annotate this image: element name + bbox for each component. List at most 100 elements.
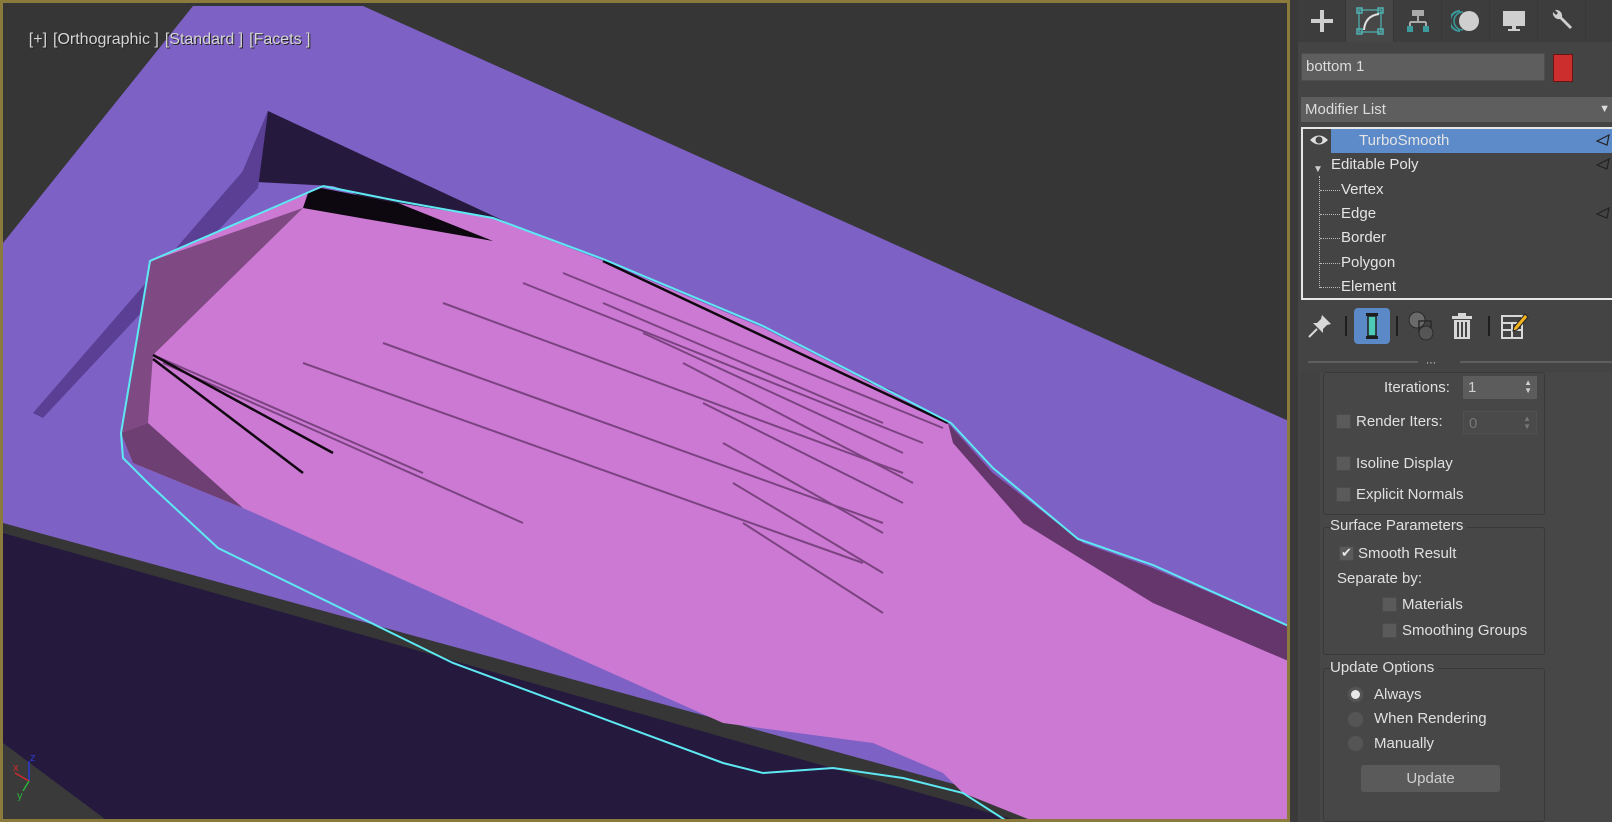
pin-stack-button[interactable] [1302,308,1338,344]
pin-icon [1308,315,1331,338]
tab-create[interactable] [1298,0,1346,42]
toolbar-separator [1345,316,1347,336]
stack-subitem-polygon[interactable]: Polygon [1303,251,1612,275]
tree-tick [1320,263,1340,264]
render-iters-spinner[interactable]: 0 ▲ ▼ [1463,411,1537,434]
monitor-icon [1502,11,1525,31]
plus-icon [1310,10,1333,32]
stack-item-turbosmooth[interactable]: TurboSmooth [1303,129,1612,153]
motion-icon [1450,10,1479,32]
update-manually-label: Manually [1374,735,1435,752]
modify-curve-icon [1355,7,1384,35]
viewport-label-bar: [+] [Orthographic ] [Standard ] [Facets ] [11,13,316,67]
tab-utilities[interactable] [1538,0,1586,42]
tab-modify[interactable] [1346,0,1394,42]
command-panel-tabs [1298,0,1612,42]
isoline-display-checkbox[interactable] [1336,456,1351,471]
stack-item-label: Vertex [1341,181,1384,198]
update-always-label: Always [1374,686,1422,703]
stack-subitem-edge[interactable]: Edge [1303,202,1612,226]
object-name-field[interactable]: bottom 1 [1301,53,1545,81]
end-result-icon [1366,313,1378,339]
eye-icon[interactable] [1309,133,1329,147]
remove-modifier-button[interactable] [1444,308,1480,344]
hierarchy-icon [1406,10,1429,32]
show-end-result-button[interactable] [1354,308,1390,344]
wrench-icon [1552,9,1572,30]
explicit-normals-label: Explicit Normals [1356,486,1464,503]
update-button[interactable]: Update [1361,765,1500,792]
panel-divider-right [1460,361,1612,363]
render-iters-label: Render Iters: [1356,413,1443,430]
iterations-value: 1 [1468,379,1477,396]
toolbar-separator [1488,316,1490,336]
smooth-result-checkbox[interactable] [1339,545,1354,561]
object-color-swatch[interactable] [1553,54,1573,82]
materials-checkbox[interactable] [1382,597,1397,612]
smoothing-groups-label: Smoothing Groups [1402,622,1528,639]
stack-subitem-vertex[interactable]: Vertex [1303,178,1612,202]
toolbar-separator [1396,316,1398,336]
stack-item-label: TurboSmooth [1359,132,1450,149]
viewport-menu-plus[interactable]: [+] [29,31,47,48]
update-when-rendering-radio[interactable] [1347,711,1364,728]
stack-item-label: Element [1341,278,1397,295]
make-unique-icon [1408,311,1434,341]
viewport-view-type[interactable]: [Orthographic ] [53,31,159,48]
viewport-scene[interactable] [3,3,1290,822]
panel-divider-left [1308,361,1418,363]
tree-tick [1320,190,1340,191]
modifier-stack: TurboSmooth ▼ Editable Poly Vertex Edge … [1301,127,1612,300]
axis-gizmo: z x y [13,752,36,801]
render-iters-value: 0 [1469,415,1478,432]
update-options-title: Update Options [1330,659,1439,676]
panel-gutter [1290,0,1298,822]
configure-modifier-sets-button[interactable] [1496,308,1532,344]
axis-y-label: y [17,790,23,801]
update-manually-radio[interactable] [1347,735,1364,752]
viewport-shading-standard[interactable]: [Standard ] [165,31,243,48]
tab-hierarchy[interactable] [1394,0,1442,42]
spinner-arrows-icon[interactable]: ▲ ▼ [1523,415,1531,431]
render-iters-checkbox[interactable] [1336,414,1351,429]
lightbulb-toggle-icon[interactable] [1596,134,1610,146]
smooth-result-label: Smooth Result [1358,545,1457,562]
axis-z-label: z [30,752,36,764]
tab-motion[interactable] [1442,0,1490,42]
lightbulb-toggle-icon[interactable] [1596,158,1610,170]
axis-x-label: x [13,762,19,774]
tree-tick [1320,287,1340,288]
stack-item-label: Editable Poly [1331,156,1419,173]
rollout-left-margin [1300,372,1320,822]
lightbulb-toggle-icon[interactable] [1596,207,1610,219]
panel-resize-grip[interactable]: ⋯ [1426,358,1437,369]
trash-icon [1452,313,1472,339]
stack-item-editable-poly[interactable]: ▼ Editable Poly [1303,153,1612,177]
axis-y-line [22,780,30,792]
stack-subitem-element[interactable]: Element [1303,275,1612,299]
iterations-label: Iterations: [1384,379,1450,396]
materials-label: Materials [1402,596,1463,613]
separate-by-label: Separate by: [1337,570,1423,587]
stack-item-label: Edge [1341,205,1377,222]
isoline-display-label: Isoline Display [1356,455,1453,472]
update-when-rendering-label: When Rendering [1374,710,1487,727]
tab-display[interactable] [1490,0,1538,42]
perspective-viewport[interactable]: [+] [Orthographic ] [Standard ] [Facets ] z… [0,0,1290,822]
update-always-radio[interactable] [1347,686,1364,703]
modifier-list-label: Modifier List [1305,101,1386,118]
stack-subitem-border[interactable]: Border [1303,226,1612,250]
make-unique-button[interactable] [1404,308,1440,344]
spinner-arrows-icon[interactable]: ▲ ▼ [1524,379,1532,395]
explicit-normals-checkbox[interactable] [1336,487,1351,502]
configure-sets-icon [1501,313,1529,339]
modifier-stack-toolbar [1298,306,1612,346]
axis-x-line [14,772,30,782]
stack-item-label: Polygon [1341,254,1396,271]
iterations-spinner[interactable]: 1 ▲ ▼ [1463,376,1537,399]
viewport-shading-facets[interactable]: [Facets ] [249,31,310,48]
surface-parameters-title: Surface Parameters [1330,517,1468,534]
modifier-list-dropdown[interactable]: Modifier List ▼ [1301,97,1612,122]
smoothing-groups-checkbox[interactable] [1382,623,1397,638]
stack-item-label: Border [1341,229,1387,246]
